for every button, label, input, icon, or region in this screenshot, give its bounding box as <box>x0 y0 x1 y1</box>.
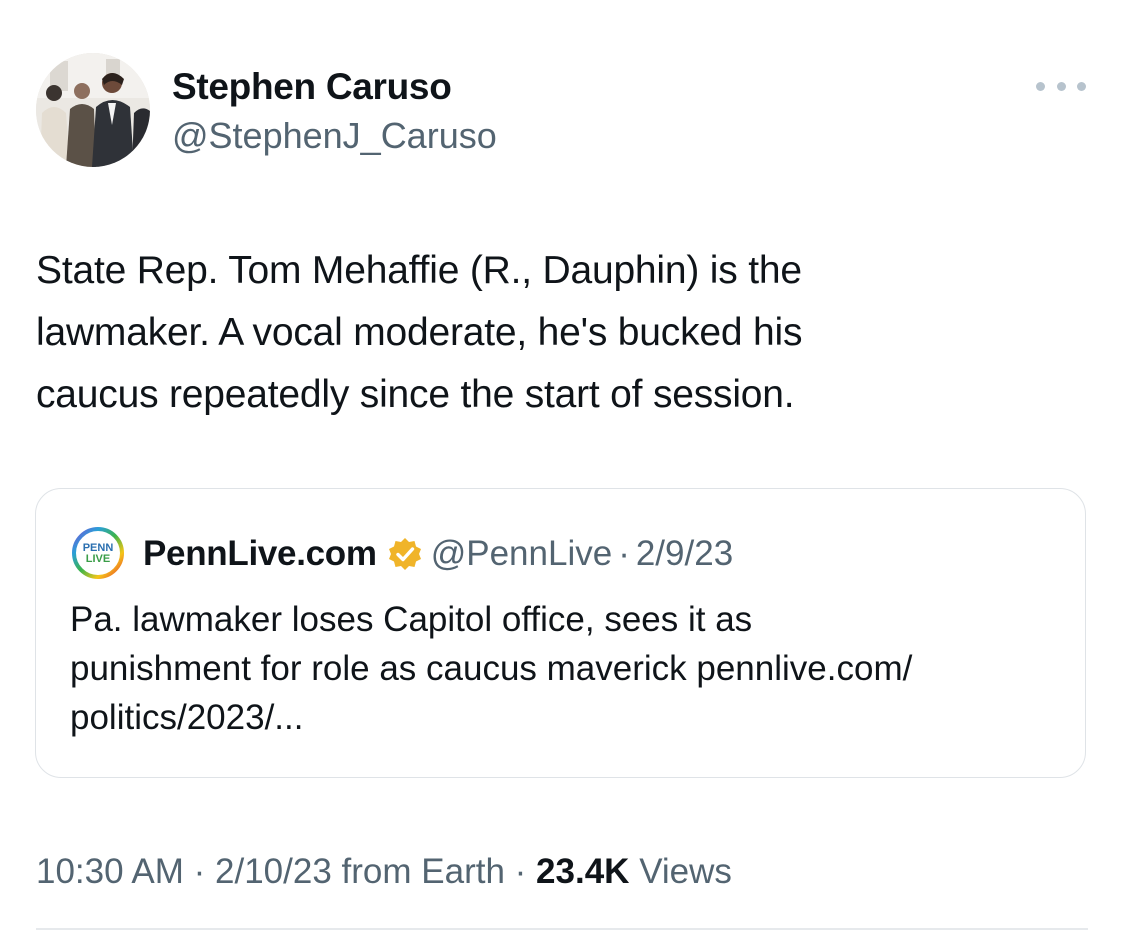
quoted-author-name: PennLive.com <box>143 534 377 573</box>
quoted-text-line: punishment for role as caucus maverick p… <box>70 649 913 688</box>
quoted-tweet-card[interactable]: PENN LIVE PennLive.com @PennLive · 2/9/2… <box>35 488 1086 778</box>
tweet-text-line: lawmaker. A vocal moderate, he's bucked … <box>36 311 803 354</box>
tweet-source: from Earth <box>341 852 505 891</box>
tweet-meta: 10:30 AM · 2/10/23 from Earth · 23.4K Vi… <box>36 852 732 892</box>
avatar-photo <box>36 53 150 167</box>
tweet-time[interactable]: 10:30 AM <box>36 852 184 891</box>
views-count[interactable]: 23.4K <box>536 852 629 891</box>
divider <box>36 928 1088 930</box>
tweet-text: State Rep. Tom Mehaffie (R., Dauphin) is… <box>36 240 1086 426</box>
pennlive-logo-icon: PENN LIVE <box>72 527 124 579</box>
views-label[interactable]: Views <box>639 852 732 891</box>
separator-dot: · <box>618 534 630 573</box>
author-handle[interactable]: @StephenJ_Caruso <box>172 115 497 157</box>
author-name[interactable]: Stephen Caruso <box>172 66 452 108</box>
logo-text-bottom: LIVE <box>86 553 110 565</box>
quoted-tweet-date: 2/9/23 <box>635 534 734 573</box>
tweet-date[interactable]: 2/10/23 <box>215 852 332 891</box>
more-dot-icon <box>1077 81 1086 91</box>
more-dot-icon <box>1036 81 1045 91</box>
quoted-author-handle: @PennLive <box>430 534 613 573</box>
quoted-text-line: politics/2023/... <box>70 698 304 737</box>
quoted-tweet-header: PennLive.com @PennLive · 2/9/23 <box>143 533 733 575</box>
more-options-button[interactable] <box>1036 72 1086 100</box>
separator-dot: · <box>193 852 206 891</box>
quoted-text-line: Pa. lawmaker loses Capitol office, sees … <box>70 600 753 639</box>
verified-badge-icon <box>388 538 421 570</box>
more-dot-icon <box>1056 81 1066 91</box>
tweet-text-line: State Rep. Tom Mehaffie (R., Dauphin) is… <box>36 249 802 292</box>
quoted-tweet-text: Pa. lawmaker loses Capitol office, sees … <box>70 595 1070 742</box>
tweet-text-line: caucus repeatedly since the start of ses… <box>36 373 795 416</box>
separator-dot: · <box>514 852 527 891</box>
author-avatar[interactable] <box>36 53 150 167</box>
